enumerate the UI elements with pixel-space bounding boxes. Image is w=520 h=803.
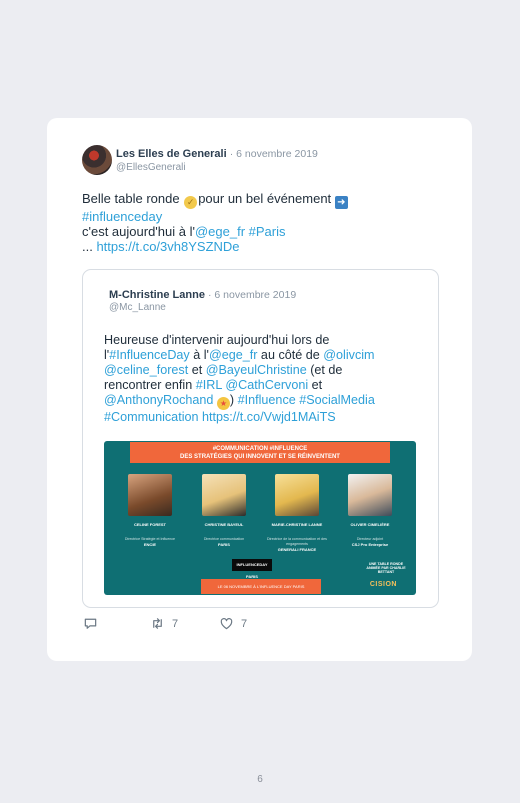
quoted-author-name[interactable]: M-Christine Lanne [109,289,205,301]
speaker-name: OLIVIER CIMELIÈRE [350,522,390,527]
quoted-text-segment: ) [229,393,238,407]
right-arrow-emoji-icon: ➜ [334,196,348,209]
hashtag-link[interactable]: #IRL [196,378,222,392]
tweet-card: Les Elles de Generali · 6 novembre 2019 … [47,118,472,661]
event-banner-image[interactable]: #COMMUNICATION #INFLUENCE DES STRATÉGIES… [104,441,416,595]
banner-headline-line: #COMMUNICATION #INFLUENCE [212,446,308,452]
quoted-text-segment: et [308,378,323,392]
tweet-text-segment: Belle table ronde [82,191,184,206]
speaker-photo [348,474,392,516]
tweet-date[interactable]: · 6 novembre 2019 [230,148,318,160]
banner-footer: LE 06 NOVEMBRE À L'INFLUENCE DAY PARIS [201,579,321,594]
speaker-role: Directrice de la communication et des en… [267,537,327,546]
reply-button[interactable] [83,616,98,631]
influenceday-logo: INFLUENCEDAY PARIS [232,559,272,579]
speaker-org: GENERALI FRANCE [277,547,317,552]
retweet-button[interactable]: 7 [150,616,178,631]
quoted-author-line: M-Christine Lanne · 6 novembre 2019 [109,289,296,301]
star-struck-emoji-icon: ★ [216,397,230,410]
mention-link[interactable]: @celine_forest [104,363,188,377]
speaker-photo [128,474,172,516]
hashtag-link[interactable]: #InfluenceDay [109,348,190,362]
speaker-photo [202,474,246,516]
author-avatar[interactable] [82,145,112,175]
tweet-author-handle[interactable]: @EllesGenerali [116,162,186,173]
speaker-name: CHRISTINE BAYEUL [204,522,244,527]
tweet-text-segment: pour un bel événement [198,191,335,206]
like-count: 7 [241,617,248,630]
tweet-author-line: Les Elles de Generali · 6 novembre 2019 [116,148,318,160]
speaker-card: CHRISTINE BAYEUL Directrice communicatio… [194,474,254,547]
banner-side-note: UNE TABLE RONDE ANIMÉE PAR CHARLIE BETTA… [366,562,406,574]
quoted-text-segment: Heureuse d'intervenir aujourd'hui lors d… [104,333,330,347]
quoted-url-link[interactable]: https://t.co/Vwjd1MAiTS [202,410,336,424]
hashtag-link[interactable]: #Communication [104,410,199,424]
speaker-name: CELINE FOREST [133,522,166,527]
hashtag-link[interactable]: #SocialMedia [299,393,375,407]
like-button[interactable]: 7 [219,616,247,631]
quoted-date[interactable]: · 6 novembre 2019 [208,289,296,301]
tweet-text-segment: c'est aujourd'hui à l' [82,224,195,239]
speaker-org: PARIS [218,542,230,547]
mention-link[interactable]: @AnthonyRochand [104,393,213,407]
tweet-text: Belle table ronde ✓ pour un bel événement… [82,191,412,254]
retweet-count: 7 [172,617,179,630]
quoted-text-segment: et [188,363,206,377]
speaker-photo [275,474,319,516]
tweet-actions: 7 7 [83,616,283,636]
heart-icon [220,618,233,630]
tweet-text-segment: ... [82,239,97,254]
mention-link[interactable]: @BayeulChristine [206,363,307,377]
cision-logo: CISION [369,581,397,588]
page-number: 6 [257,774,263,785]
banner-headline: #COMMUNICATION #INFLUENCE DES STRATÉGIES… [130,442,390,463]
speaker-card: MARIE-CHRISTINE LANNE Directrice de la c… [267,474,327,552]
speaker-name: MARIE-CHRISTINE LANNE [271,522,323,527]
retweet-icon [153,618,162,629]
mention-link[interactable]: @olivcim [323,348,374,362]
speaker-org: ENCIE [143,542,157,547]
ok-hand-emoji-icon: ✓ [184,196,198,209]
banner-headline-line: DES STRATÉGIES QUI INNOVENT ET SE RÉINVE… [180,454,340,460]
speaker-org: CSJ Pro Entreprise [351,542,389,547]
mention-link[interactable]: @CathCervoni [225,378,308,392]
speaker-card: CELINE FOREST Directrice Stratégie et In… [120,474,180,547]
quoted-text-segment: au côté de [257,348,324,362]
tweet-author-name[interactable]: Les Elles de Generali [116,148,227,160]
hashtag-link[interactable]: #Influence [238,393,296,407]
speaker-card: OLIVIER CIMELIÈRE Directeur adjoint CSJ … [340,474,400,547]
mention-link[interactable]: @ege_fr [209,348,258,362]
quoted-text-segment: à l' [189,348,209,362]
quoted-text-segment: rencontrer enfin [104,378,196,392]
hashtag-link[interactable]: #Paris [249,224,286,239]
mention-link[interactable]: @ege_fr [195,224,245,239]
quoted-text: Heureuse d'intervenir aujourd'hui lors d… [104,333,404,425]
reply-icon [84,618,97,629]
quoted-tweet[interactable]: M-Christine Lanne · 6 novembre 2019 @Mc_… [82,269,439,608]
hashtag-link[interactable]: #influenceday [82,209,162,224]
tweet-url-link[interactable]: https://t.co/3vh8YSZNDe [96,239,239,254]
quoted-author-handle[interactable]: @Mc_Lanne [109,302,166,313]
quoted-text-segment: (et de [306,363,343,377]
